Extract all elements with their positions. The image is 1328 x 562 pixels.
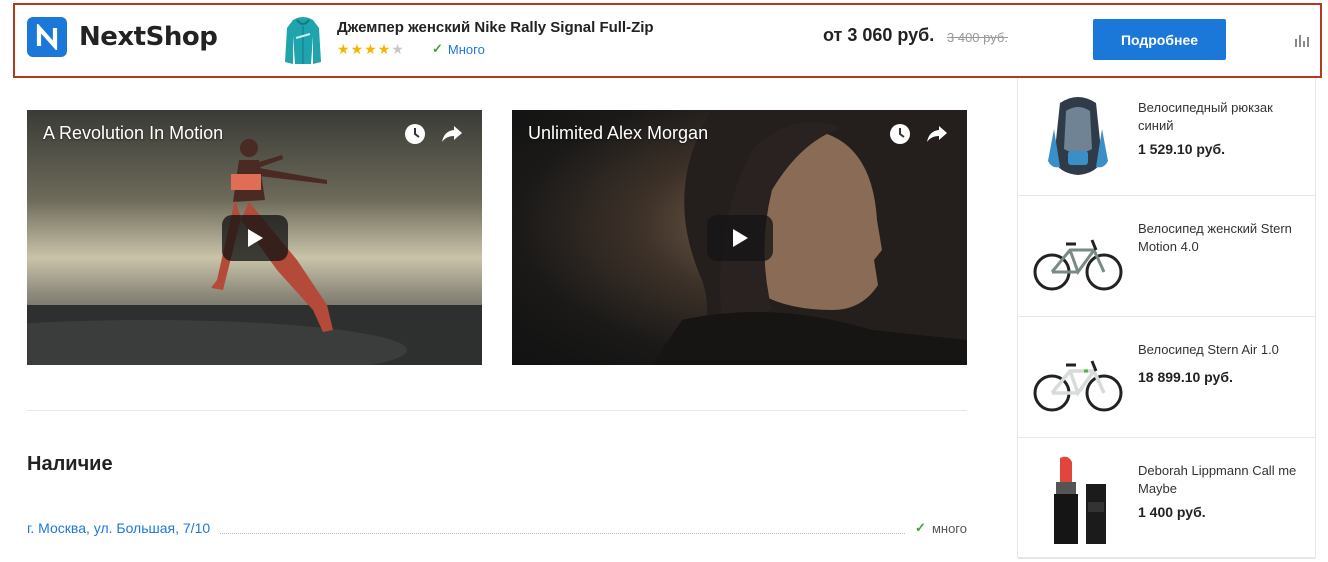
availability-heading: Наличие [27, 453, 113, 475]
video-title: A Revolution In Motion [43, 123, 224, 143]
store-address-link[interactable]: г. Москва, ул. Большая, 7/10 [27, 520, 210, 536]
logo-text: NextShop [79, 22, 218, 52]
stock-status: ✓ Много [432, 41, 485, 57]
sidebar-product[interactable]: Велосипед Stern Air 1.0 18 899.10 руб. [1018, 317, 1315, 438]
sidebar-product-price: 18 899.10 руб. [1138, 369, 1233, 385]
clock-icon[interactable] [889, 123, 911, 145]
check-icon: ✓ [915, 520, 926, 535]
backpack-image [1048, 97, 1108, 175]
dotted-leader [220, 522, 906, 534]
clock-icon[interactable] [404, 123, 426, 145]
bicycle-image [1033, 360, 1123, 412]
store-stock-label: много [931, 520, 967, 536]
compare-stats-icon[interactable] [1294, 33, 1310, 47]
details-button[interactable]: Подробнее [1093, 19, 1226, 60]
star-icon: ★ [337, 41, 350, 57]
star-icon: ★ [364, 41, 377, 57]
product-thumbnail[interactable] [283, 14, 323, 66]
logo[interactable]: NextShop [27, 17, 218, 57]
sidebar-product[interactable]: Deborah Lippmann Call me Maybe 1 400 руб… [1018, 438, 1315, 559]
video-player[interactable]: A Revolution In Motion [27, 110, 482, 365]
video-player[interactable]: Unlimited Alex Morgan [512, 110, 967, 365]
old-price: 3 400 руб. [947, 30, 1008, 45]
store-row: г. Москва, ул. Большая, 7/10 ✓ много [27, 518, 967, 538]
star-icon: ★ [377, 41, 391, 57]
star-icon: ★ [350, 41, 364, 57]
sidebar-product-name[interactable]: Велосипед женский Stern Motion 4.0 [1138, 220, 1298, 256]
sidebar-product[interactable]: Велосипед женский Stern Motion 4.0 [1018, 196, 1315, 317]
product-sticky-header: NextShop Джемпер женский Nike Rally Sign… [13, 3, 1322, 78]
sidebar-product-name[interactable]: Велосипед Stern Air 1.0 [1138, 341, 1298, 359]
related-products-sidebar: Велосипедный рюкзак синий 1 529.10 руб. … [1017, 75, 1316, 559]
check-icon: ✓ [432, 41, 443, 56]
sidebar-product-price: 1 400 руб. [1138, 504, 1206, 520]
sidebar-product-name[interactable]: Deborah Lippmann Call me Maybe [1138, 462, 1298, 498]
bicycle-image [1033, 239, 1123, 291]
product-title[interactable]: Джемпер женский Nike Rally Signal Full-Z… [337, 19, 654, 36]
sidebar-product-name[interactable]: Велосипедный рюкзак синий [1138, 99, 1298, 135]
lipstick-image [1054, 456, 1106, 544]
star-icon: ★ [391, 41, 404, 57]
play-icon [248, 229, 263, 247]
sidebar-product[interactable]: Велосипедный рюкзак синий 1 529.10 руб. [1018, 75, 1315, 196]
logo-icon [27, 17, 67, 57]
share-icon[interactable] [441, 124, 463, 144]
rating-stars: ★ ★ ★ ★ ★ [337, 42, 404, 56]
video-title: Unlimited Alex Morgan [528, 123, 709, 143]
section-divider [27, 410, 967, 411]
play-button[interactable] [222, 215, 288, 261]
price: от 3 060 руб. [823, 25, 935, 45]
store-stock: ✓ много [915, 520, 967, 536]
play-button[interactable] [707, 215, 773, 261]
stock-label: Много [447, 41, 485, 57]
sidebar-product-price: 1 529.10 руб. [1138, 141, 1226, 157]
share-icon[interactable] [926, 124, 948, 144]
play-icon [733, 229, 748, 247]
